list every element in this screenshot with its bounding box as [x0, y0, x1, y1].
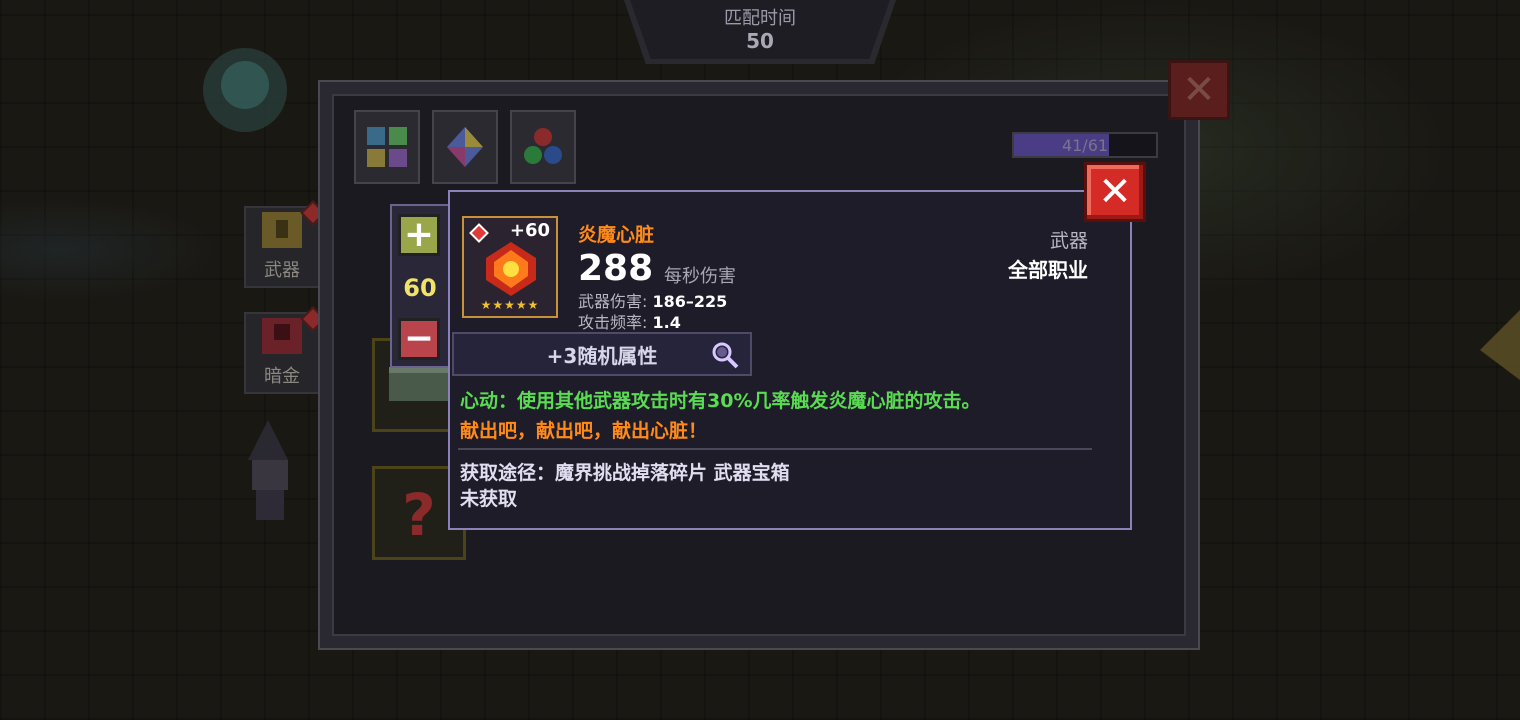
panel-close-button[interactable]: ✕	[1168, 60, 1230, 120]
side-category-label: 武器	[264, 260, 300, 281]
orbs-icon	[524, 128, 562, 164]
attack-rate-label: 攻击频率:	[578, 313, 648, 332]
match-timer-label: 匹配时间	[724, 7, 796, 29]
stepper-value: 60	[403, 274, 437, 302]
dark-gold-chest-icon	[262, 318, 302, 354]
grid-quadrant-icon	[367, 127, 407, 167]
random-attribute-label: +3随机属性	[546, 343, 658, 368]
dps-value: 288	[578, 248, 654, 289]
collection-progress-bar: 41/61	[1012, 132, 1158, 158]
side-category-label: 暗金	[264, 366, 300, 387]
background-wizard-figure	[248, 420, 288, 520]
acquisition-status: 未获取	[460, 488, 518, 510]
diamond-icon	[447, 127, 483, 167]
close-icon: ✕	[1098, 169, 1132, 215]
passive-effect-text: 心动：使用其他武器攻击时有30%几率触发炎魔心脏的攻击。	[460, 390, 981, 412]
filter-tab-gem[interactable]	[432, 110, 498, 184]
background-wing-right	[1480, 310, 1520, 380]
demon-heart-icon	[486, 242, 536, 296]
match-timer-value: 50	[746, 28, 774, 53]
side-category-dark-gold[interactable]: 暗金	[244, 306, 326, 394]
attack-rate-stat: 攻击频率: 1.4	[578, 309, 681, 333]
magnifier-icon	[712, 342, 739, 369]
filter-tab-all[interactable]	[354, 110, 420, 184]
svg-text:?: ?	[402, 481, 436, 549]
side-category-weapon[interactable]: 武器	[244, 200, 326, 288]
item-detail-popup: +60 ★★★★★ 炎魔心脏 288 每秒伤害 武器伤害: 186–225 攻击…	[448, 190, 1132, 530]
item-class: 全部职业	[1008, 258, 1088, 282]
acquisition-source: 获取途径：魔界挑战掉落碎片 武器宝箱	[460, 462, 790, 484]
increase-button[interactable]: +	[398, 214, 440, 256]
item-type: 武器	[1049, 230, 1088, 252]
star-rating: ★★★★★	[480, 298, 540, 312]
filter-tab-orbs[interactable]	[510, 110, 576, 184]
close-icon: ✕	[1182, 67, 1216, 113]
attack-rate-value: 1.4	[652, 313, 681, 332]
item-level-badge: +60	[509, 220, 550, 241]
decrease-button[interactable]: −	[398, 318, 440, 360]
progress-text: 41/61	[1061, 135, 1109, 155]
item-name: 炎魔心脏	[578, 224, 655, 246]
plus-icon: +	[403, 214, 435, 255]
background-character-left	[203, 48, 287, 132]
weapon-chest-icon	[262, 212, 302, 248]
minus-icon: −	[403, 318, 435, 359]
match-timer-banner: 匹配时间 50	[624, 0, 896, 64]
dps-label: 每秒伤害	[664, 266, 736, 287]
level-stepper: + 60 −	[390, 204, 450, 368]
popup-close-button[interactable]: ✕	[1084, 162, 1146, 222]
item-icon-frame: +60 ★★★★★	[462, 216, 558, 318]
random-attribute-button[interactable]: +3随机属性	[452, 332, 752, 376]
flavor-text: 献出吧，献出吧，献出心脏！	[460, 420, 708, 442]
divider	[458, 448, 1092, 450]
